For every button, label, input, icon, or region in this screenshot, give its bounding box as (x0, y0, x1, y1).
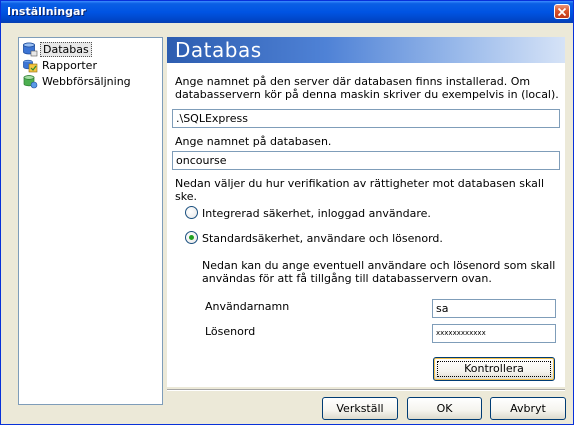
database-name-input[interactable]: oncourse (172, 151, 560, 170)
standard-security-radio[interactable] (185, 231, 198, 244)
password-label: Lösenord (205, 325, 256, 338)
close-button[interactable] (554, 4, 570, 19)
web-sales-icon (23, 75, 38, 89)
apply-button-label: Verkställ (336, 402, 384, 415)
apply-button[interactable]: Verkställ (322, 397, 398, 420)
sidebar-item-webbforsaljning[interactable]: Webbförsäljning (22, 74, 157, 89)
reports-icon (23, 59, 38, 73)
window-title: Inställningar (7, 5, 86, 18)
integrated-security-radio[interactable] (185, 206, 198, 219)
username-input[interactable]: sa (432, 299, 556, 318)
integrated-security-label[interactable]: Integrerad säkerhet, inloggad användare. (202, 207, 431, 220)
sidebar-item-label: Databas (40, 42, 92, 57)
database-icon (23, 42, 38, 57)
settings-category-tree[interactable]: Databas Rapporter Webbförsäljning (18, 37, 163, 405)
close-icon (558, 8, 566, 16)
radio-checked-dot (189, 235, 194, 240)
sidebar-item-label: Rapporter (42, 59, 97, 72)
cancel-button-label: Avbryt (510, 402, 546, 415)
settings-dialog: Inställningar Databas Rapporter Webbförs… (0, 0, 574, 425)
page-title: Databas (175, 38, 262, 62)
username-label: Användarnamn (205, 300, 290, 313)
ok-button-label: OK (436, 402, 453, 415)
credentials-instruction: Nedan kan du ange eventuell användare oc… (202, 259, 556, 285)
panel-header: Databas (167, 37, 565, 63)
password-input[interactable]: xxxxxxxxxxxx (432, 324, 556, 343)
server-name-input[interactable]: .\SQLExpress (172, 109, 560, 128)
standard-security-label[interactable]: Standardsäkerhet, användare och lösenord… (202, 232, 443, 245)
title-bar[interactable]: Inställningar (1, 1, 573, 23)
auth-instruction: Nedan väljer du hur verifikation av rätt… (175, 177, 545, 203)
ok-button[interactable]: OK (407, 397, 482, 420)
settings-panel: Databas Ange namnet på den server där da… (167, 37, 565, 387)
server-instruction: Ange namnet på den server där databasen … (175, 75, 559, 101)
cancel-button[interactable]: Avbryt (490, 397, 566, 420)
sidebar-item-rapporter[interactable]: Rapporter (22, 58, 157, 73)
footer-divider (167, 389, 565, 391)
sidebar-item-databas[interactable]: Databas (22, 42, 157, 57)
check-connection-button-label: Kontrollera (464, 362, 524, 375)
check-connection-button[interactable]: Kontrollera (433, 357, 555, 381)
sidebar-item-label: Webbförsäljning (42, 75, 131, 88)
database-instruction: Ange namnet på databasen. (175, 135, 332, 148)
